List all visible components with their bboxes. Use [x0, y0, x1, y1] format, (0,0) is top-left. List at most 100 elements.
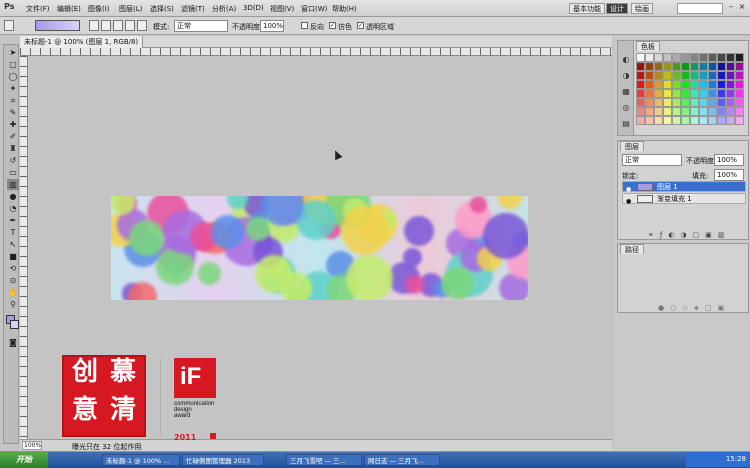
menu-select[interactable]: 选择(S): [150, 4, 174, 14]
layer-row-1[interactable]: ● 图层 1: [622, 181, 746, 193]
swatch-cell[interactable]: [681, 116, 690, 125]
swatch-cell[interactable]: [672, 98, 681, 107]
swatch-cell[interactable]: [726, 71, 735, 80]
swatch-cell[interactable]: [699, 98, 708, 107]
clone-stamp-icon[interactable]: ♜: [7, 143, 19, 154]
swatch-cell[interactable]: [663, 116, 672, 125]
swatch-cell[interactable]: [636, 80, 645, 89]
swatch-cell[interactable]: [690, 107, 699, 116]
swatch-cell[interactable]: [645, 116, 654, 125]
swatch-cell[interactable]: [672, 62, 681, 71]
adjustments-icon[interactable]: ◑: [621, 71, 631, 81]
swatch-cell[interactable]: [645, 107, 654, 116]
menu-help[interactable]: 帮助(H): [332, 4, 357, 14]
swatch-cell[interactable]: [717, 80, 726, 89]
tab-layers[interactable]: 图层: [620, 141, 644, 151]
swatch-cell[interactable]: [726, 80, 735, 89]
swatch-cell[interactable]: [645, 62, 654, 71]
swatch-cell[interactable]: [672, 53, 681, 62]
swatch-cell[interactable]: [726, 116, 735, 125]
linear-gradient-icon[interactable]: [89, 20, 99, 31]
swatch-cell[interactable]: [645, 98, 654, 107]
swatch-cell[interactable]: [690, 53, 699, 62]
swatch-cell[interactable]: [708, 107, 717, 116]
menu-filter[interactable]: 滤镜(T): [181, 4, 205, 14]
swatch-cell[interactable]: [681, 53, 690, 62]
swatch-cell[interactable]: [690, 98, 699, 107]
document-canvas-image[interactable]: [111, 196, 528, 300]
swatch-cell[interactable]: [654, 62, 663, 71]
swatch-cell[interactable]: [654, 98, 663, 107]
swatch-cell[interactable]: [645, 71, 654, 80]
eyedropper-icon[interactable]: ✎: [7, 107, 19, 118]
taskbar-item-manager[interactable]: 忙碌侧图管理器 2013: [182, 454, 264, 466]
swatch-cell[interactable]: [654, 80, 663, 89]
lasso-tool-icon[interactable]: ◯: [7, 71, 19, 82]
swatch-cell[interactable]: [726, 89, 735, 98]
menu-file[interactable]: 文件(F): [26, 4, 50, 14]
menu-3d[interactable]: 3D(D): [243, 4, 264, 12]
history-brush-icon[interactable]: ↺: [7, 155, 19, 166]
shape-tool-icon[interactable]: ■: [7, 251, 19, 262]
menu-view[interactable]: 视图(V): [270, 4, 294, 14]
swatch-cell[interactable]: [663, 62, 672, 71]
gradient-tool-icon[interactable]: [4, 20, 14, 31]
workspace-painting[interactable]: 绘画: [631, 3, 653, 14]
menu-layer[interactable]: 图层(L): [119, 4, 142, 14]
menu-analysis[interactable]: 分析(A): [212, 4, 236, 14]
swatch-cell[interactable]: [690, 71, 699, 80]
swatch-cell[interactable]: [735, 71, 744, 80]
swatch-cell[interactable]: [672, 116, 681, 125]
swatch-cell[interactable]: [717, 107, 726, 116]
swatch-cell[interactable]: [708, 62, 717, 71]
swatch-cell[interactable]: [663, 80, 672, 89]
3d-rotate-icon[interactable]: ⟲: [7, 263, 19, 274]
3d-orbit-icon[interactable]: ⊙: [7, 275, 19, 286]
swatch-cell[interactable]: [636, 62, 645, 71]
swatch-cell[interactable]: [672, 107, 681, 116]
swatch-cell[interactable]: [708, 71, 717, 80]
swatch-cell[interactable]: [636, 71, 645, 80]
reflected-gradient-icon[interactable]: [125, 20, 135, 31]
reverse-checkbox[interactable]: [301, 22, 308, 29]
swatch-cell[interactable]: [726, 98, 735, 107]
swatch-cell[interactable]: [708, 80, 717, 89]
background-color-icon[interactable]: [10, 320, 19, 329]
swatch-cell[interactable]: [645, 89, 654, 98]
swatch-cell[interactable]: [645, 80, 654, 89]
swatch-cell[interactable]: [726, 62, 735, 71]
magic-wand-icon[interactable]: ✦: [7, 83, 19, 94]
crop-tool-icon[interactable]: ⌗: [7, 95, 19, 106]
swatch-cell[interactable]: [699, 71, 708, 80]
dodge-tool-icon[interactable]: ◔: [7, 203, 19, 214]
swatch-cell[interactable]: [636, 53, 645, 62]
gradient-tool-icon-active[interactable]: ▥: [7, 179, 19, 190]
swatch-cell[interactable]: [735, 116, 744, 125]
swatch-cell[interactable]: [654, 71, 663, 80]
swatch-cell[interactable]: [654, 107, 663, 116]
swatch-cell[interactable]: [645, 53, 654, 62]
path-select-icon[interactable]: ↖: [7, 239, 19, 250]
type-tool-icon[interactable]: T: [7, 227, 19, 238]
dither-checkbox[interactable]: ✓: [329, 22, 336, 29]
document-tab[interactable]: 未标题-1 @ 100% (图层 1, RGB/8): [20, 36, 144, 48]
menu-window[interactable]: 窗口(W): [301, 4, 327, 14]
swatch-cell[interactable]: [708, 53, 717, 62]
swatch-cell[interactable]: [663, 89, 672, 98]
quick-mask-icon[interactable]: ◙: [7, 337, 19, 348]
layer-panel-buttons[interactable]: ⚭ƒ◐◑▢▣▥: [648, 231, 744, 239]
swatch-cell[interactable]: [735, 89, 744, 98]
swatch-cell[interactable]: [681, 89, 690, 98]
radial-gradient-icon[interactable]: [101, 20, 111, 31]
swatch-cell[interactable]: [699, 89, 708, 98]
swatch-cell[interactable]: [726, 53, 735, 62]
swatch-cell[interactable]: [663, 98, 672, 107]
swatch-cell[interactable]: [735, 53, 744, 62]
start-button[interactable]: 开始: [0, 451, 48, 468]
swatch-cell[interactable]: [717, 71, 726, 80]
swatch-cell[interactable]: [699, 62, 708, 71]
swatch-cell[interactable]: [636, 98, 645, 107]
swatch-cell[interactable]: [699, 53, 708, 62]
swatch-cell[interactable]: [717, 98, 726, 107]
brush-tool-icon[interactable]: ✐: [7, 131, 19, 142]
